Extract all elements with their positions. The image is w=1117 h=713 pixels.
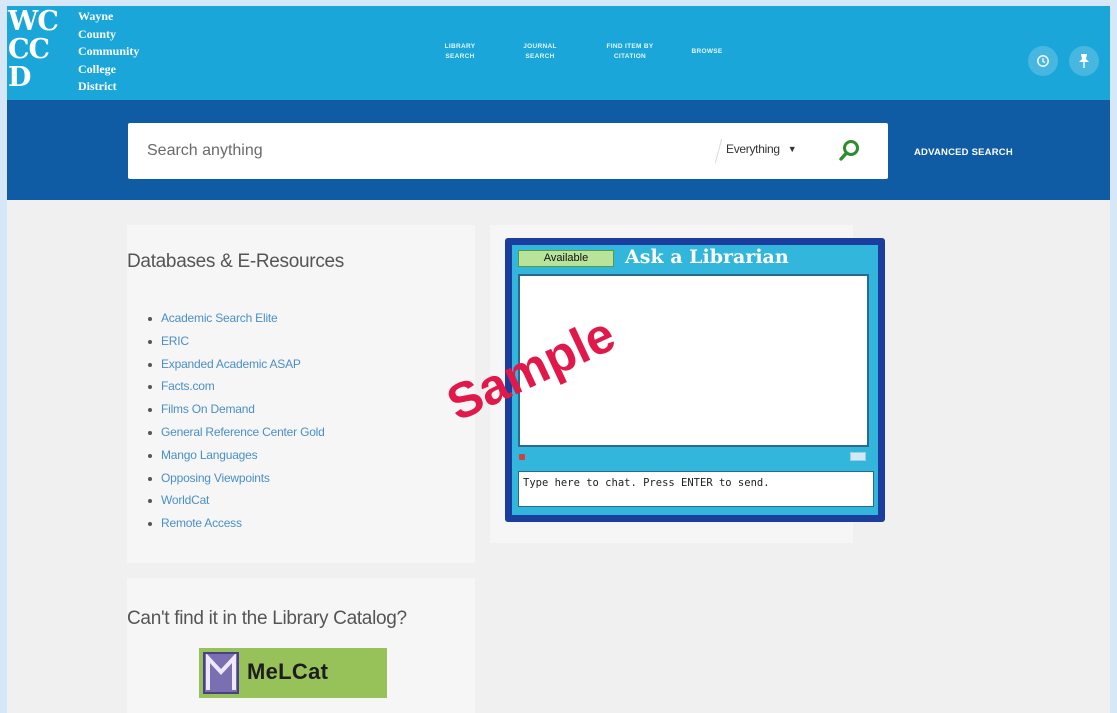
chat-log[interactable] <box>518 274 869 447</box>
logo-text: Wayne County Community College District <box>78 8 139 96</box>
chevron-down-icon: ▼ <box>787 144 797 154</box>
logo-text-line: Wayne <box>78 9 114 23</box>
sound-toggle-icon[interactable] <box>519 454 525 460</box>
database-link[interactable]: ERIC <box>147 334 325 357</box>
database-link[interactable]: Remote Access <box>147 516 325 539</box>
database-link[interactable]: WorldCat <box>147 493 325 516</box>
search-icon <box>839 140 859 161</box>
nav-library-search[interactable]: LIBRARY SEARCH <box>430 42 490 62</box>
pin-icon[interactable] <box>1069 46 1099 76</box>
nav-label: JOURNAL <box>523 43 557 50</box>
databases-panel: Databases & E-Resources Academic Search … <box>127 225 475 563</box>
chat-inner: Available Ask a Librarian Type here to c… <box>512 245 878 515</box>
database-link[interactable]: Academic Search Elite <box>147 311 325 334</box>
nav-label: SEARCH <box>525 53 555 60</box>
search-scope-label: Everything <box>726 142 780 156</box>
email-icon[interactable] <box>850 452 866 461</box>
melcat-panel: Can't find it in the Library Catalog? Me… <box>127 578 475 713</box>
melcat-m-icon <box>203 652 239 694</box>
nav-label: FIND ITEM BY <box>606 43 654 50</box>
nav-label: SEARCH <box>445 53 475 60</box>
logo-text-line: Community <box>78 44 140 58</box>
database-link[interactable]: Films On Demand <box>147 402 325 425</box>
nav-label: LIBRARY <box>444 43 476 50</box>
search-divider <box>714 139 723 163</box>
database-link[interactable]: Facts.com <box>147 379 325 402</box>
logo-mark: WC CC D <box>8 8 76 100</box>
nav-find-by-citation[interactable]: FIND ITEM BY CITATION <box>590 42 670 62</box>
melcat-logo-text: MeLCat <box>247 659 329 684</box>
database-list: Academic Search Elite ERIC Expanded Acad… <box>147 311 325 539</box>
database-link[interactable]: Opposing Viewpoints <box>147 471 325 494</box>
search-box: Everything ▼ <box>128 123 888 179</box>
logo-mark-line: CC <box>8 34 50 65</box>
database-link[interactable]: Mango Languages <box>147 448 325 471</box>
chat-title: Ask a Librarian <box>625 246 789 268</box>
search-button[interactable] <box>836 137 864 165</box>
history-icon[interactable] <box>1028 46 1058 76</box>
logo-mark-line: D <box>8 62 31 93</box>
chat-input[interactable]: Type here to chat. Press ENTER to send. <box>518 471 874 507</box>
search-scope-dropdown[interactable]: Everything ▼ <box>726 142 797 156</box>
panel-title: Can't find it in the Library Catalog? <box>127 608 407 629</box>
panel-title: Databases & E-Resources <box>127 251 344 272</box>
nav-journal-search[interactable]: JOURNAL SEARCH <box>510 42 570 62</box>
logo-text-line: District <box>78 79 117 93</box>
logo-text-line: County <box>78 26 117 41</box>
top-header: WC CC D Wayne County Community College D… <box>0 0 1117 100</box>
search-band: Everything ▼ ADVANCED SEARCH <box>7 100 1110 200</box>
nav-browse[interactable]: BROWSE <box>682 47 732 57</box>
nav-label: BROWSE <box>691 48 723 55</box>
logo-mark-line: WC <box>8 6 59 37</box>
advanced-search-link[interactable]: ADVANCED SEARCH <box>914 147 1013 158</box>
database-link[interactable]: General Reference Center Gold <box>147 425 325 448</box>
melcat-logo[interactable]: MeLCat <box>199 648 387 698</box>
ask-a-librarian-widget: Available Ask a Librarian Type here to c… <box>505 238 885 522</box>
wccd-logo[interactable]: WC CC D Wayne County Community College D… <box>8 8 178 102</box>
status-badge: Available <box>518 250 614 267</box>
database-link[interactable]: Expanded Academic ASAP <box>147 357 325 380</box>
logo-text-line: College <box>78 61 116 76</box>
search-input[interactable] <box>128 123 708 179</box>
nav-label: CITATION <box>613 53 647 60</box>
